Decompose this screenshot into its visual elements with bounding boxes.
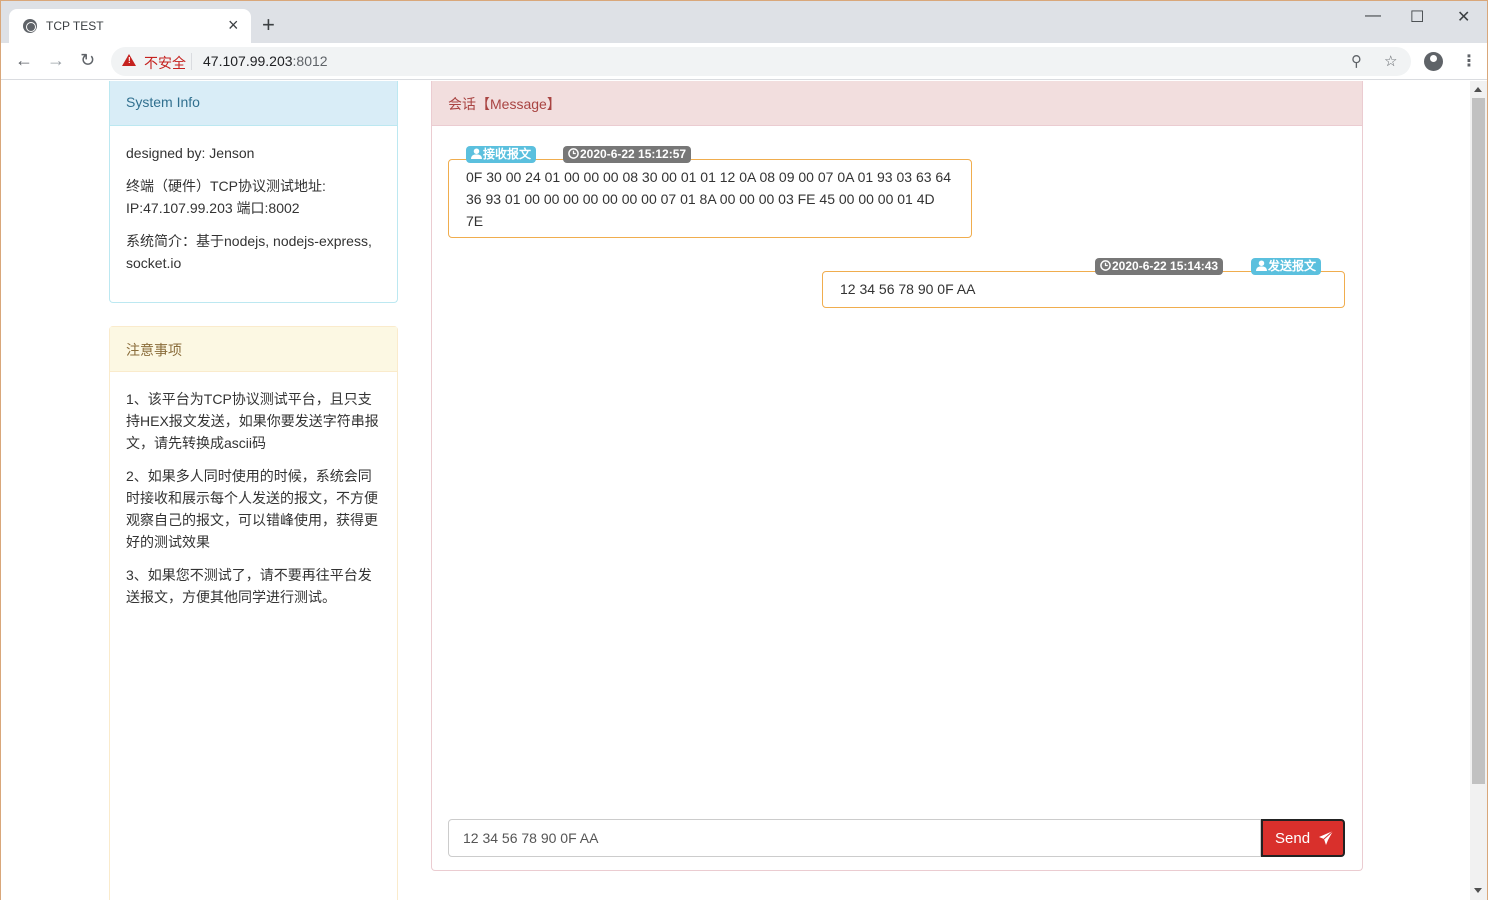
page-scrollbar[interactable] (1470, 81, 1487, 900)
clock-icon (568, 148, 579, 159)
forward-arrow-icon[interactable]: → (47, 51, 65, 69)
browser-toolbar: ← → ↻ ! 不安全 47.107.99.203:8012 ⚲ ☆ ⋮ (1, 43, 1487, 80)
zoom-icon[interactable]: ⚲ (1351, 52, 1362, 70)
sent-label-badge: 发送报文 (1251, 258, 1322, 275)
profile-avatar-icon[interactable] (1424, 52, 1443, 71)
user-icon (471, 148, 482, 159)
window-close-icon[interactable]: ✕ (1457, 7, 1470, 27)
note-item: 1、该平台为TCP协议测试平台，且只支持HEX报文发送，如果你要发送字符串报文，… (126, 391, 379, 451)
scroll-down-icon[interactable] (1474, 888, 1482, 893)
scroll-thumb[interactable] (1472, 98, 1485, 784)
tab-title: TCP TEST (46, 19, 104, 33)
scroll-up-icon[interactable] (1474, 87, 1482, 92)
warning-icon: ! (122, 54, 136, 66)
sent-message-bubble: 12 34 56 78 90 0F AA (822, 271, 1345, 308)
paper-plane-icon (1319, 830, 1334, 845)
kebab-menu-icon[interactable]: ⋮ (1461, 51, 1477, 71)
note-item: 3、如果您不测试了，请不要再往平台发送报文，方便其他同学进行测试。 (126, 567, 372, 605)
notes-heading: 注意事项 (110, 327, 397, 372)
maximize-icon[interactable]: ☐ (1410, 7, 1424, 27)
tab-close-icon[interactable]: × (228, 16, 239, 34)
star-icon[interactable]: ☆ (1384, 52, 1397, 70)
user-icon (1256, 260, 1267, 271)
insecure-label[interactable]: 不安全 (144, 53, 186, 73)
address-bar[interactable]: ! 不安全 47.107.99.203:8012 ⚲ ☆ (111, 47, 1411, 76)
reload-icon[interactable]: ↻ (80, 51, 95, 69)
sent-message-content: 12 34 56 78 90 0F AA (840, 281, 976, 297)
page-content: System Info designed by: Jenson 终端（硬件）TC… (1, 81, 1470, 900)
received-time-badge: 2020-6-22 15:12:57 (563, 146, 692, 163)
message-heading: 会话【Message】 (432, 81, 1362, 126)
message-panel: 会话【Message】 0F 30 00 24 01 00 00 00 08 3… (431, 81, 1363, 871)
browser-tab[interactable]: TCP TEST × (9, 9, 251, 43)
designer-text: designed by: Jenson (126, 145, 255, 161)
system-info-panel: System Info designed by: Jenson 终端（硬件）TC… (109, 81, 398, 303)
intro-text: 系统简介：基于nodejs, nodejs-express, socket.io (126, 233, 372, 271)
system-info-heading: System Info (110, 81, 397, 126)
minimize-icon[interactable]: — (1365, 7, 1381, 25)
note-item: 2、如果多人同时使用的时候，系统会同时接收和展示每个人发送的报文，不方便观察自己… (126, 468, 378, 550)
received-label-badge: 接收报文 (466, 146, 537, 163)
send-button[interactable]: Send (1261, 819, 1345, 857)
browser-titlebar: TCP TEST × + — ☐ ✕ (1, 1, 1487, 43)
sent-time-badge: 2020-6-22 15:14:43 (1095, 258, 1224, 275)
clock-icon (1100, 260, 1111, 271)
omnibox-divider (191, 53, 192, 70)
message-input[interactable] (448, 819, 1261, 857)
notes-panel: 注意事项 1、该平台为TCP协议测试平台，且只支持HEX报文发送，如果你要发送字… (109, 326, 398, 900)
back-arrow-icon[interactable]: ← (15, 51, 33, 69)
address-text: 终端（硬件）TCP协议测试地址: IP:47.107.99.203 端口:800… (126, 178, 326, 216)
received-message-bubble: 0F 30 00 24 01 00 00 00 08 30 00 01 01 1… (448, 159, 972, 238)
new-tab-icon[interactable]: + (262, 14, 275, 36)
globe-icon (23, 19, 37, 33)
url-text[interactable]: 47.107.99.203:8012 (203, 53, 328, 69)
received-message-content: 0F 30 00 24 01 00 00 00 08 30 00 01 01 1… (466, 169, 951, 229)
